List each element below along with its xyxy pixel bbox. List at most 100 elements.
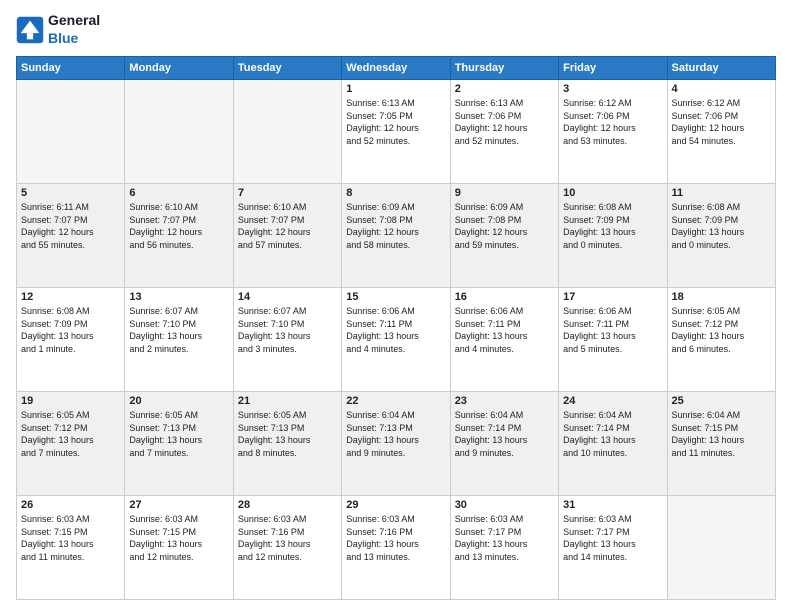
calendar-cell: 31 Sunrise: 6:03 AM Sunset: 7:17 PM Dayli…	[559, 496, 667, 600]
day-number: 5	[21, 187, 120, 199]
calendar-cell: 9 Sunrise: 6:09 AM Sunset: 7:08 PM Daylig…	[450, 184, 558, 288]
day-number: 7	[238, 187, 337, 199]
day-number: 19	[21, 395, 120, 407]
day-info: Sunrise: 6:06 AM Sunset: 7:11 PM Dayligh…	[346, 305, 445, 355]
calendar-cell: 22Sunrise: 6:04 AM Sunset: 7:13 PM Dayli…	[342, 392, 450, 496]
day-info: Sunrise: 6:04 AM Sunset: 7:14 PM Dayligh…	[563, 409, 662, 459]
header: General Blue	[16, 12, 776, 48]
calendar-cell: 24 Sunrise: 6:04 AM Sunset: 7:14 PM Dayli…	[559, 392, 667, 496]
calendar-cell: 18 Sunrise: 6:05 AM Sunset: 7:12 PM Dayli…	[667, 288, 775, 392]
day-number: 11	[672, 187, 771, 199]
calendar-cell: 12 Sunrise: 6:08 AM Sunset: 7:09 PM Dayli…	[17, 288, 125, 392]
calendar-cell: 21 Sunrise: 6:05 AM Sunset: 7:13 PM Dayli…	[233, 392, 341, 496]
day-info: Sunrise: 6:07 AM Sunset: 7:10 PM Dayligh…	[129, 305, 228, 355]
calendar-cell: 25 Sunrise: 6:04 AM Sunset: 7:15 PM Dayli…	[667, 392, 775, 496]
day-number: 9	[455, 187, 554, 199]
calendar-week-5: 26Sunrise: 6:03 AM Sunset: 7:15 PM Dayli…	[17, 496, 776, 600]
day-number: 18	[672, 291, 771, 303]
calendar-week-4: 19 Sunrise: 6:05 AM Sunset: 7:12 PM Dayli…	[17, 392, 776, 496]
day-number: 29	[346, 499, 445, 511]
calendar-cell: 16 Sunrise: 6:06 AM Sunset: 7:11 PM Dayli…	[450, 288, 558, 392]
calendar-cell: 3Sunrise: 6:12 AM Sunset: 7:06 PM Daylig…	[559, 80, 667, 184]
calendar-cell: 7 Sunrise: 6:10 AM Sunset: 7:07 PM Daylig…	[233, 184, 341, 288]
calendar-cell: 6 Sunrise: 6:10 AM Sunset: 7:07 PM Daylig…	[125, 184, 233, 288]
calendar-cell	[667, 496, 775, 600]
calendar-cell: 30Sunrise: 6:03 AM Sunset: 7:17 PM Dayli…	[450, 496, 558, 600]
day-info: Sunrise: 6:09 AM Sunset: 7:08 PM Dayligh…	[346, 201, 445, 251]
day-number: 17	[563, 291, 662, 303]
logo-icon	[16, 16, 44, 44]
calendar-cell	[125, 80, 233, 184]
day-number: 8	[346, 187, 445, 199]
calendar-cell: 14Sunrise: 6:07 AM Sunset: 7:10 PM Dayli…	[233, 288, 341, 392]
day-info: Sunrise: 6:03 AM Sunset: 7:16 PM Dayligh…	[238, 513, 337, 563]
day-info: Sunrise: 6:10 AM Sunset: 7:07 PM Dayligh…	[129, 201, 228, 251]
day-info: Sunrise: 6:04 AM Sunset: 7:15 PM Dayligh…	[672, 409, 771, 459]
day-info: Sunrise: 6:05 AM Sunset: 7:12 PM Dayligh…	[672, 305, 771, 355]
day-number: 1	[346, 83, 445, 95]
calendar-cell	[17, 80, 125, 184]
day-number: 28	[238, 499, 337, 511]
col-header-monday: Monday	[125, 57, 233, 80]
calendar-cell: 27 Sunrise: 6:03 AM Sunset: 7:15 PM Dayli…	[125, 496, 233, 600]
day-info: Sunrise: 6:08 AM Sunset: 7:09 PM Dayligh…	[672, 201, 771, 251]
calendar-header-row: SundayMondayTuesdayWednesdayThursdayFrid…	[17, 57, 776, 80]
calendar-cell	[233, 80, 341, 184]
calendar-cell: 23 Sunrise: 6:04 AM Sunset: 7:14 PM Dayli…	[450, 392, 558, 496]
day-number: 24	[563, 395, 662, 407]
calendar-week-1: 1 Sunrise: 6:13 AM Sunset: 7:05 PM Daylig…	[17, 80, 776, 184]
day-number: 23	[455, 395, 554, 407]
day-number: 13	[129, 291, 228, 303]
day-info: Sunrise: 6:03 AM Sunset: 7:17 PM Dayligh…	[563, 513, 662, 563]
logo-text: General Blue	[48, 12, 100, 48]
calendar-cell: 28 Sunrise: 6:03 AM Sunset: 7:16 PM Dayli…	[233, 496, 341, 600]
day-info: Sunrise: 6:05 AM Sunset: 7:13 PM Dayligh…	[238, 409, 337, 459]
day-info: Sunrise: 6:05 AM Sunset: 7:13 PM Dayligh…	[129, 409, 228, 459]
day-number: 14	[238, 291, 337, 303]
day-info: Sunrise: 6:04 AM Sunset: 7:14 PM Dayligh…	[455, 409, 554, 459]
col-header-wednesday: Wednesday	[342, 57, 450, 80]
calendar-cell: 20 Sunrise: 6:05 AM Sunset: 7:13 PM Dayli…	[125, 392, 233, 496]
calendar-cell: 15Sunrise: 6:06 AM Sunset: 7:11 PM Dayli…	[342, 288, 450, 392]
day-info: Sunrise: 6:06 AM Sunset: 7:11 PM Dayligh…	[455, 305, 554, 355]
day-number: 27	[129, 499, 228, 511]
day-number: 12	[21, 291, 120, 303]
day-info: Sunrise: 6:11 AM Sunset: 7:07 PM Dayligh…	[21, 201, 120, 251]
day-info: Sunrise: 6:13 AM Sunset: 7:05 PM Dayligh…	[346, 97, 445, 147]
day-info: Sunrise: 6:08 AM Sunset: 7:09 PM Dayligh…	[563, 201, 662, 251]
calendar-cell: 5 Sunrise: 6:11 AM Sunset: 7:07 PM Daylig…	[17, 184, 125, 288]
col-header-saturday: Saturday	[667, 57, 775, 80]
day-info: Sunrise: 6:03 AM Sunset: 7:15 PM Dayligh…	[129, 513, 228, 563]
page: General Blue SundayMondayTuesdayWednesda…	[0, 0, 792, 612]
calendar-cell: 19 Sunrise: 6:05 AM Sunset: 7:12 PM Dayli…	[17, 392, 125, 496]
calendar-table: SundayMondayTuesdayWednesdayThursdayFrid…	[16, 56, 776, 600]
day-number: 25	[672, 395, 771, 407]
col-header-friday: Friday	[559, 57, 667, 80]
day-number: 20	[129, 395, 228, 407]
col-header-tuesday: Tuesday	[233, 57, 341, 80]
calendar-cell: 2Sunrise: 6:13 AM Sunset: 7:06 PM Daylig…	[450, 80, 558, 184]
day-number: 31	[563, 499, 662, 511]
calendar-cell: 8 Sunrise: 6:09 AM Sunset: 7:08 PM Daylig…	[342, 184, 450, 288]
day-number: 10	[563, 187, 662, 199]
day-info: Sunrise: 6:06 AM Sunset: 7:11 PM Dayligh…	[563, 305, 662, 355]
day-info: Sunrise: 6:03 AM Sunset: 7:17 PM Dayligh…	[455, 513, 554, 563]
day-number: 21	[238, 395, 337, 407]
day-info: Sunrise: 6:09 AM Sunset: 7:08 PM Dayligh…	[455, 201, 554, 251]
calendar-cell: 1 Sunrise: 6:13 AM Sunset: 7:05 PM Daylig…	[342, 80, 450, 184]
calendar-cell: 11 Sunrise: 6:08 AM Sunset: 7:09 PM Dayli…	[667, 184, 775, 288]
day-number: 4	[672, 83, 771, 95]
calendar-cell: 13 Sunrise: 6:07 AM Sunset: 7:10 PM Dayli…	[125, 288, 233, 392]
day-info: Sunrise: 6:08 AM Sunset: 7:09 PM Dayligh…	[21, 305, 120, 355]
calendar-week-3: 12 Sunrise: 6:08 AM Sunset: 7:09 PM Dayli…	[17, 288, 776, 392]
day-number: 22	[346, 395, 445, 407]
day-number: 6	[129, 187, 228, 199]
day-info: Sunrise: 6:10 AM Sunset: 7:07 PM Dayligh…	[238, 201, 337, 251]
calendar-cell: 4Sunrise: 6:12 AM Sunset: 7:06 PM Daylig…	[667, 80, 775, 184]
day-number: 16	[455, 291, 554, 303]
day-info: Sunrise: 6:03 AM Sunset: 7:15 PM Dayligh…	[21, 513, 120, 563]
col-header-thursday: Thursday	[450, 57, 558, 80]
day-info: Sunrise: 6:05 AM Sunset: 7:12 PM Dayligh…	[21, 409, 120, 459]
calendar-cell: 29Sunrise: 6:03 AM Sunset: 7:16 PM Dayli…	[342, 496, 450, 600]
col-header-sunday: Sunday	[17, 57, 125, 80]
